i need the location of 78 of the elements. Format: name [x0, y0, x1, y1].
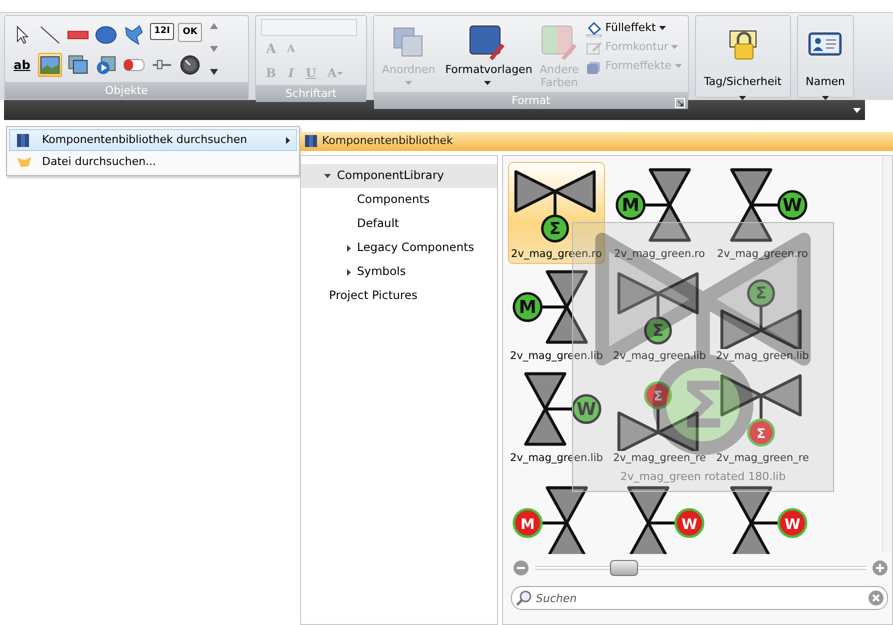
group-label: Objekte — [5, 82, 248, 99]
tile-label: 2v_mag_green.lib — [613, 349, 706, 364]
badge-icon: Σ — [746, 418, 774, 446]
styles-button[interactable]: Formatvorlagen — [442, 19, 532, 89]
tree-item[interactable]: Components — [301, 188, 497, 212]
group-label: Schriftart — [256, 84, 366, 102]
clear-icon[interactable] — [868, 590, 884, 606]
library-title: Komponentenbibliothek — [322, 133, 453, 150]
text-tool[interactable]: ab — [10, 53, 34, 77]
tree-item[interactable]: Symbols — [301, 260, 497, 284]
menu-item[interactable]: Datei durchsuchen... — [9, 151, 297, 173]
tile-label: 2v_mag_green.ro — [614, 247, 705, 262]
caret-icon[interactable] — [853, 108, 861, 112]
zoom-in-icon[interactable] — [872, 560, 888, 576]
scroll-down-icon[interactable] — [210, 46, 218, 52]
badge-icon: W — [570, 394, 601, 424]
component-tile[interactable]: Σ 2v_mag_green.lib — [714, 264, 811, 366]
badge-icon: Σ — [540, 214, 568, 242]
component-tile[interactable]: Σ 2v_mag_green.ro — [508, 162, 605, 264]
tile-label: 2v_mag_green_re — [716, 451, 809, 466]
caret-icon — [674, 64, 682, 68]
zoom-out-icon[interactable] — [513, 560, 529, 576]
group-label: Format — [374, 92, 688, 109]
collapse-arrow-icon[interactable] — [324, 174, 331, 178]
polygon-icon — [123, 23, 145, 47]
submenu-arrow-icon — [286, 136, 290, 144]
component-tile[interactable]: Σ 2v_mag_green.lib — [611, 264, 708, 366]
caret-icon — [658, 26, 666, 30]
caret-icon — [671, 45, 678, 50]
expand-arrow-icon[interactable] — [347, 268, 351, 276]
tree-item[interactable]: Project Pictures — [301, 284, 497, 308]
badge-icon: M — [615, 190, 646, 220]
badge-icon: M — [512, 508, 542, 538]
badge-icon: W — [776, 190, 807, 220]
menu-item[interactable]: Komponentenbibliothek durchsuchen — [9, 129, 297, 151]
tile-label: 2v_mag_green.lib — [510, 349, 603, 364]
badge-icon: Σ — [746, 279, 774, 308]
io-field-tool[interactable]: 12I — [150, 23, 174, 40]
picture-tool[interactable] — [38, 53, 62, 77]
component-tile[interactable]: W 2v_mag_green.lib — [508, 366, 605, 468]
badge-icon: W — [776, 508, 807, 538]
expand-arrow-icon[interactable] — [347, 244, 351, 252]
gauge-tool[interactable] — [178, 53, 202, 77]
scroll-bar[interactable] — [882, 156, 892, 552]
expand-icon[interactable] — [210, 69, 218, 75]
tile-label: 2v_mag_green.ro — [511, 247, 602, 262]
caret-icon — [336, 72, 343, 75]
dialog-launcher-icon[interactable] — [675, 98, 685, 108]
paint-bucket-icon — [586, 20, 602, 36]
tile-label: 2v_mag_green.ro — [717, 247, 808, 262]
tile-label: 2v_mag_green.lib — [510, 451, 603, 466]
books-icon — [16, 132, 32, 148]
fill-button[interactable]: Fülleffekt — [586, 19, 682, 38]
component-tile[interactable]: M 2v_mag_green.ro — [611, 162, 708, 264]
style-brush-icon — [469, 25, 506, 61]
pencil-icon — [586, 40, 602, 56]
gauge-icon — [179, 53, 201, 77]
color-palette-icon — [541, 25, 578, 61]
badge-icon: Σ — [644, 316, 672, 344]
caret-icon — [405, 80, 412, 85]
books-icon — [304, 134, 318, 148]
search-field[interactable]: Suchen — [511, 586, 888, 610]
caret-icon — [484, 80, 491, 85]
component-tile[interactable]: M 2v_mag_green.lib — [508, 264, 605, 366]
tree-item[interactable]: Legacy Components — [301, 236, 497, 260]
badge-icon: W — [674, 508, 704, 538]
badge-icon: M — [512, 292, 542, 322]
button-tool[interactable]: OK — [178, 23, 202, 42]
tile-label: 2v_mag_green.lib — [716, 349, 809, 364]
badge-icon: Σ — [644, 381, 672, 410]
search-icon — [516, 590, 532, 606]
slider-thumb[interactable] — [610, 560, 638, 576]
component-tile[interactable]: W 2v_mag_green.ro — [714, 162, 811, 264]
tile-label: 2v_mag_green_re — [613, 451, 706, 466]
tree-item[interactable]: ComponentLibrary — [301, 164, 497, 188]
tree-item[interactable]: Default — [301, 212, 497, 236]
component-tile[interactable]: M — [508, 480, 605, 554]
scroll-up-icon[interactable] — [210, 23, 218, 29]
